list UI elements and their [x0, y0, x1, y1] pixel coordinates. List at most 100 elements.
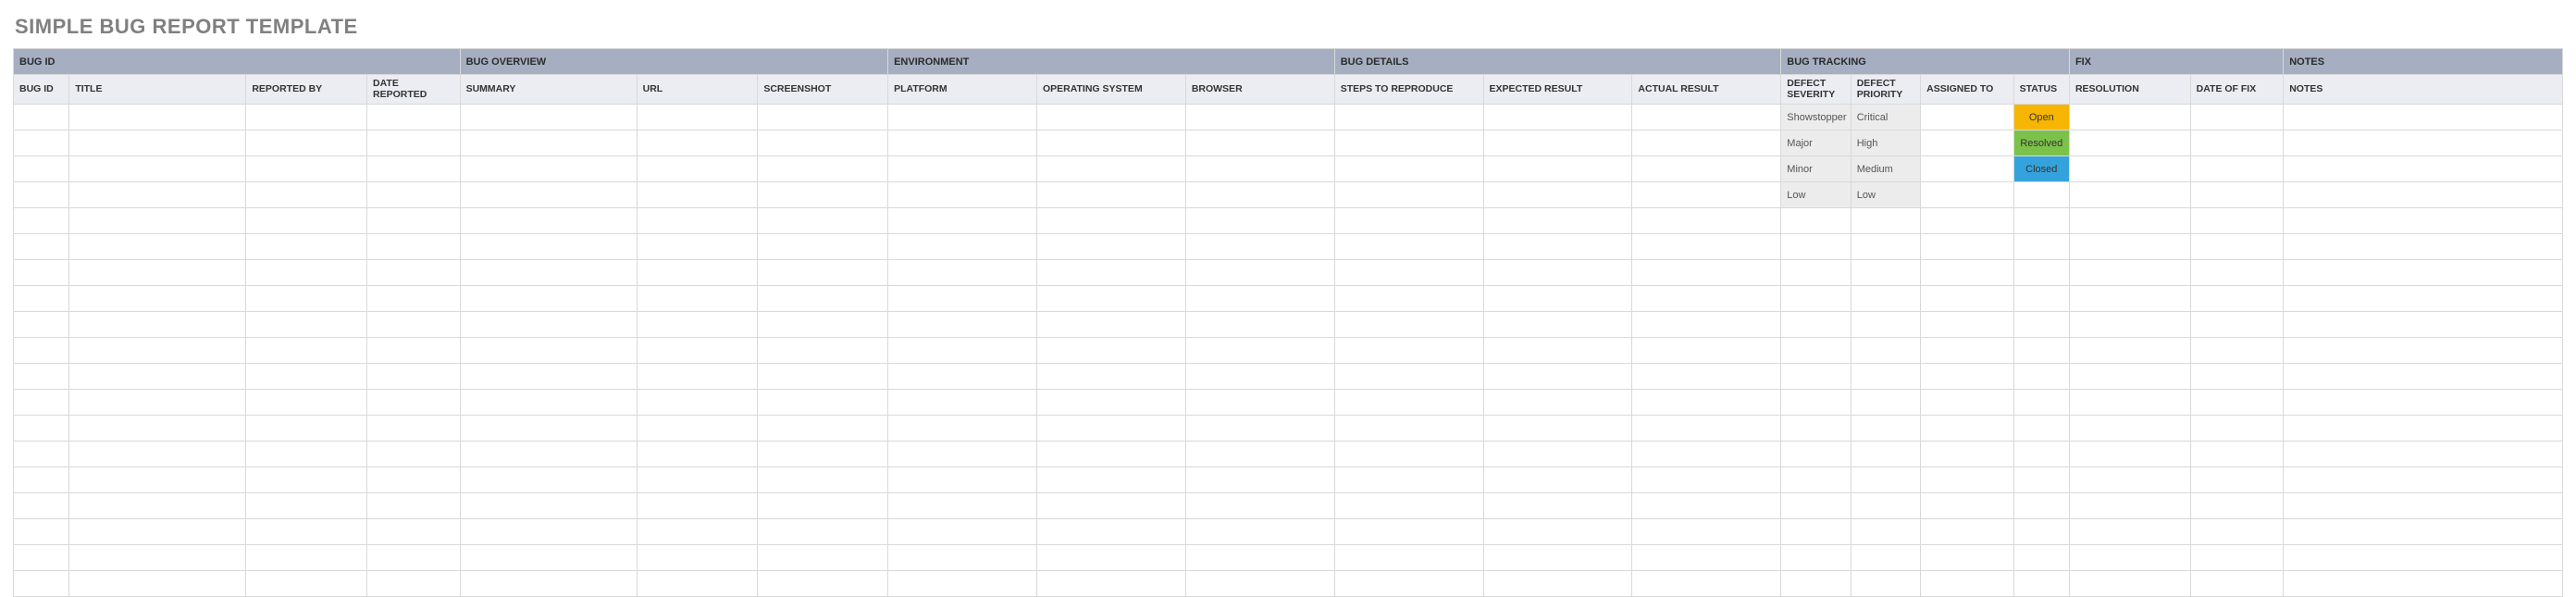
- table-cell[interactable]: [14, 467, 69, 493]
- table-cell[interactable]: [1483, 571, 1632, 597]
- table-cell[interactable]: Low: [1851, 182, 1920, 208]
- table-cell[interactable]: Closed: [2013, 156, 2069, 182]
- table-cell[interactable]: [637, 338, 758, 364]
- table-cell[interactable]: [367, 182, 461, 208]
- table-cell[interactable]: Critical: [1851, 105, 1920, 131]
- table-cell[interactable]: [1036, 105, 1185, 131]
- table-cell[interactable]: [758, 234, 888, 260]
- table-cell[interactable]: [637, 416, 758, 442]
- table-cell[interactable]: [1185, 105, 1334, 131]
- table-cell[interactable]: [637, 312, 758, 338]
- table-cell[interactable]: [1921, 467, 2014, 493]
- table-cell[interactable]: [1921, 260, 2014, 286]
- table-cell[interactable]: [2190, 286, 2284, 312]
- table-cell[interactable]: [1483, 312, 1632, 338]
- table-cell[interactable]: [1632, 571, 1781, 597]
- table-cell[interactable]: [2069, 416, 2190, 442]
- table-cell[interactable]: [1185, 208, 1334, 234]
- table-cell[interactable]: [246, 234, 367, 260]
- table-cell[interactable]: [1483, 131, 1632, 156]
- table-cell[interactable]: [367, 260, 461, 286]
- table-cell[interactable]: [69, 571, 246, 597]
- table-cell[interactable]: [758, 312, 888, 338]
- table-cell[interactable]: [2284, 131, 2563, 156]
- table-cell[interactable]: [1781, 545, 1851, 571]
- table-cell[interactable]: [246, 571, 367, 597]
- table-cell[interactable]: [2190, 338, 2284, 364]
- table-cell[interactable]: [2069, 131, 2190, 156]
- table-cell[interactable]: [367, 545, 461, 571]
- table-cell[interactable]: [2069, 260, 2190, 286]
- table-cell[interactable]: [69, 234, 246, 260]
- table-cell[interactable]: [1632, 416, 1781, 442]
- table-cell[interactable]: [1781, 467, 1851, 493]
- table-cell[interactable]: [14, 105, 69, 131]
- table-cell[interactable]: [2069, 442, 2190, 467]
- table-cell[interactable]: [2190, 312, 2284, 338]
- table-cell[interactable]: [1483, 416, 1632, 442]
- table-cell[interactable]: [246, 390, 367, 416]
- table-cell[interactable]: [2284, 182, 2563, 208]
- table-cell[interactable]: [460, 467, 637, 493]
- table-cell[interactable]: [888, 442, 1037, 467]
- table-cell[interactable]: [69, 416, 246, 442]
- table-cell[interactable]: [1036, 519, 1185, 545]
- table-cell[interactable]: [2284, 338, 2563, 364]
- table-cell[interactable]: [367, 105, 461, 131]
- table-cell[interactable]: [14, 286, 69, 312]
- table-cell[interactable]: [1781, 390, 1851, 416]
- table-cell[interactable]: [1781, 416, 1851, 442]
- table-cell[interactable]: [14, 208, 69, 234]
- table-cell[interactable]: [2069, 467, 2190, 493]
- table-cell[interactable]: [1483, 493, 1632, 519]
- table-cell[interactable]: [460, 545, 637, 571]
- table-cell[interactable]: [1632, 545, 1781, 571]
- table-cell[interactable]: [14, 493, 69, 519]
- table-cell[interactable]: [637, 545, 758, 571]
- table-cell[interactable]: [1185, 338, 1334, 364]
- table-cell[interactable]: [69, 390, 246, 416]
- table-cell[interactable]: [1921, 208, 2014, 234]
- table-cell[interactable]: [69, 182, 246, 208]
- table-cell[interactable]: [460, 182, 637, 208]
- table-cell[interactable]: [246, 364, 367, 390]
- table-cell[interactable]: [246, 286, 367, 312]
- table-cell[interactable]: [1632, 156, 1781, 182]
- table-cell[interactable]: [14, 571, 69, 597]
- table-cell[interactable]: [1483, 519, 1632, 545]
- table-cell[interactable]: [1185, 571, 1334, 597]
- table-cell[interactable]: [1851, 260, 1920, 286]
- table-cell[interactable]: [758, 286, 888, 312]
- table-cell[interactable]: [1334, 234, 1483, 260]
- table-cell[interactable]: [1483, 156, 1632, 182]
- table-cell[interactable]: [69, 312, 246, 338]
- table-cell[interactable]: [69, 156, 246, 182]
- table-cell[interactable]: [14, 416, 69, 442]
- table-cell[interactable]: [246, 545, 367, 571]
- table-cell[interactable]: [1921, 131, 2014, 156]
- table-cell[interactable]: [637, 131, 758, 156]
- table-cell[interactable]: [1036, 286, 1185, 312]
- table-cell[interactable]: [2190, 493, 2284, 519]
- table-cell[interactable]: [14, 260, 69, 286]
- table-cell[interactable]: [1334, 364, 1483, 390]
- table-cell[interactable]: [2190, 467, 2284, 493]
- table-cell[interactable]: [2190, 156, 2284, 182]
- table-cell[interactable]: [2284, 571, 2563, 597]
- table-cell[interactable]: [246, 467, 367, 493]
- table-cell[interactable]: [637, 105, 758, 131]
- table-cell[interactable]: [2069, 286, 2190, 312]
- table-cell[interactable]: [1185, 442, 1334, 467]
- table-cell[interactable]: [2013, 208, 2069, 234]
- table-cell[interactable]: [1781, 312, 1851, 338]
- table-cell[interactable]: [460, 416, 637, 442]
- table-cell[interactable]: [1036, 416, 1185, 442]
- table-cell[interactable]: [1921, 234, 2014, 260]
- table-cell[interactable]: [1036, 467, 1185, 493]
- table-cell[interactable]: [2190, 364, 2284, 390]
- table-cell[interactable]: [1851, 312, 1920, 338]
- table-cell[interactable]: [637, 364, 758, 390]
- table-cell[interactable]: [1921, 182, 2014, 208]
- table-cell[interactable]: [69, 131, 246, 156]
- table-cell[interactable]: [1185, 260, 1334, 286]
